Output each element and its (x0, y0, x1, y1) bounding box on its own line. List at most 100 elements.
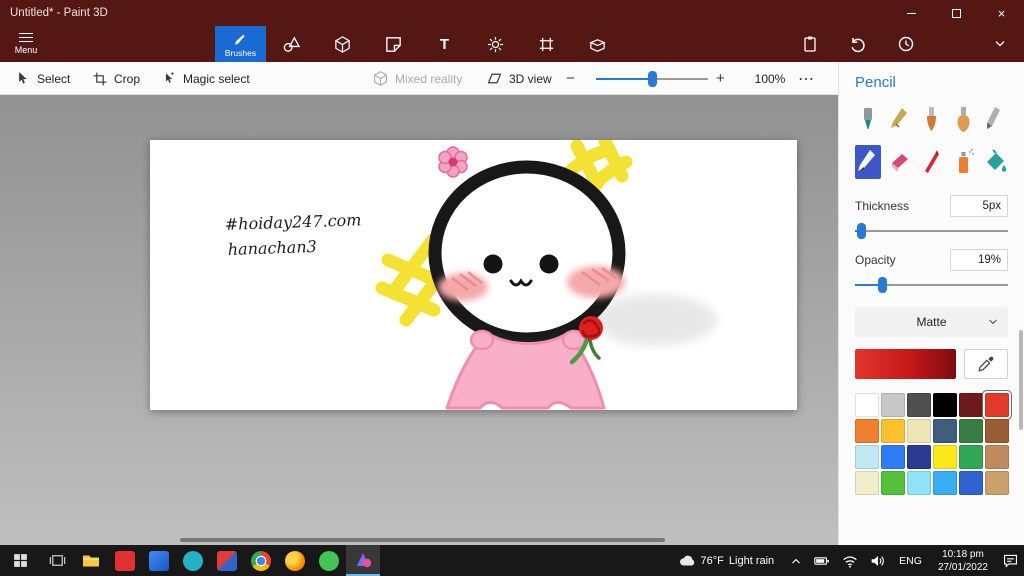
taskbar-app-green[interactable] (312, 545, 346, 576)
zoom-slider[interactable] (596, 70, 708, 87)
color-swatch-12[interactable] (855, 445, 879, 469)
color-swatch-4[interactable] (959, 393, 983, 417)
select-button[interactable]: Select (14, 62, 70, 95)
network-status[interactable] (836, 545, 864, 576)
material-dropdown[interactable]: Matte (855, 307, 1008, 337)
3d-view-button[interactable]: 3D view (486, 62, 552, 95)
taskbar-app-media[interactable] (176, 545, 210, 576)
color-gradient-picker[interactable] (855, 349, 956, 379)
color-swatch-20[interactable] (907, 471, 931, 495)
brush-icon (235, 34, 245, 45)
menu-button[interactable]: Menu (0, 26, 52, 62)
color-swatch-21[interactable] (933, 471, 957, 495)
language-indicator[interactable]: ENG (892, 545, 929, 576)
brush-spray-can[interactable] (950, 145, 976, 179)
color-swatch-9[interactable] (933, 419, 957, 443)
windows-logo-icon (13, 554, 27, 567)
green-app-icon (319, 550, 339, 571)
brush-calligraphy-pen[interactable] (887, 103, 913, 137)
brush-watercolour[interactable] (950, 103, 976, 137)
color-swatch-17[interactable] (985, 445, 1009, 469)
taskbar-app-red[interactable] (108, 545, 142, 576)
volume-status[interactable] (864, 545, 892, 576)
paste-button[interactable] (786, 26, 834, 62)
tab-effects[interactable] (470, 26, 521, 62)
zoom-in-button[interactable]: + (716, 62, 725, 95)
history-button[interactable] (882, 26, 930, 62)
thickness-slider[interactable] (855, 223, 1008, 239)
drawing-canvas[interactable]: #hoiday247.com hanachan3 (150, 140, 797, 410)
tab-canvas[interactable] (521, 26, 572, 62)
tab-3d-library[interactable] (572, 26, 623, 62)
brush-pencil[interactable] (855, 145, 881, 179)
taskbar-app-chrome[interactable] (244, 545, 278, 576)
zoom-slider-thumb[interactable] (647, 70, 657, 87)
color-swatch-23[interactable] (985, 471, 1009, 495)
opacity-value-field[interactable]: 19% (950, 249, 1008, 271)
zoom-level-value[interactable]: 100% (748, 62, 792, 95)
thickness-value-field[interactable]: 5px (950, 195, 1008, 217)
taskbar-app-blue[interactable] (142, 545, 176, 576)
eyedropper-button[interactable] (964, 349, 1008, 379)
close-button[interactable]: × (979, 0, 1024, 26)
color-swatch-14[interactable] (907, 445, 931, 469)
taskbar-app-file-explorer[interactable] (74, 545, 108, 576)
color-swatch-19[interactable] (881, 471, 905, 495)
battery-status[interactable] (808, 545, 836, 576)
tab-3d-shapes[interactable] (317, 26, 368, 62)
toolbar-utilities (786, 26, 930, 62)
tab-stickers[interactable] (368, 26, 419, 62)
toolbar-expand-button[interactable] (978, 26, 1022, 62)
brush-crayon[interactable] (919, 145, 945, 179)
brush-fill[interactable] (982, 145, 1008, 179)
opacity-slider[interactable] (855, 277, 1008, 293)
horizontal-scrollbar[interactable] (180, 538, 665, 542)
tab-brushes[interactable]: Brushes (215, 26, 266, 62)
color-swatch-10[interactable] (959, 419, 983, 443)
weather-widget[interactable]: 76°F Light rain (668, 545, 785, 576)
color-swatch-3[interactable] (933, 393, 957, 417)
thickness-slider-thumb[interactable] (856, 223, 866, 239)
more-options-button[interactable]: ⋯ (798, 62, 814, 95)
minimize-button[interactable] (889, 0, 934, 26)
zoom-out-button[interactable]: − (566, 62, 575, 95)
color-swatch-15[interactable] (933, 445, 957, 469)
action-center-button[interactable] (997, 545, 1024, 576)
brush-eraser[interactable] (887, 145, 913, 179)
color-swatch-0[interactable] (855, 393, 879, 417)
maximize-button[interactable] (934, 0, 979, 26)
taskbar-app-task-view[interactable] (40, 545, 74, 576)
color-swatch-22[interactable] (959, 471, 983, 495)
panel-scrollbar[interactable] (1019, 330, 1023, 430)
taskbar-app-paint3d[interactable] (346, 545, 380, 576)
opacity-slider-thumb[interactable] (877, 277, 887, 293)
color-swatch-18[interactable] (855, 471, 879, 495)
magic-select-button[interactable]: Magic select (160, 62, 250, 95)
color-swatch-1[interactable] (881, 393, 905, 417)
color-swatch-7[interactable] (881, 419, 905, 443)
taskbar-app-firefox[interactable] (278, 545, 312, 576)
color-swatch-13[interactable] (881, 445, 905, 469)
canvas-caption-1: #hoiday247.com (224, 210, 361, 234)
undo-button[interactable] (834, 26, 882, 62)
brush-marker[interactable] (855, 103, 881, 137)
hidden-icons-button[interactable] (784, 545, 808, 576)
taskbar-app-store[interactable] (210, 545, 244, 576)
color-swatch-2[interactable] (907, 393, 931, 417)
tab-text[interactable]: T (419, 26, 470, 62)
crop-button[interactable]: Crop (92, 62, 140, 95)
brush-pixel-pen[interactable] (982, 103, 1008, 137)
tab-2d-shapes[interactable] (266, 26, 317, 62)
firefox-icon (285, 550, 305, 571)
select-cursor-icon (19, 72, 27, 84)
color-swatch-11[interactable] (985, 419, 1009, 443)
start-button[interactable] (0, 545, 40, 576)
clock[interactable]: 10:18 pm 27/01/2022 (929, 545, 997, 576)
color-swatch-16[interactable] (959, 445, 983, 469)
color-swatch-8[interactable] (907, 419, 931, 443)
teal-app-icon (183, 550, 203, 571)
color-palette (855, 393, 1009, 495)
brush-oil[interactable] (919, 103, 945, 137)
color-swatch-5[interactable] (985, 393, 1009, 417)
color-swatch-6[interactable] (855, 419, 879, 443)
